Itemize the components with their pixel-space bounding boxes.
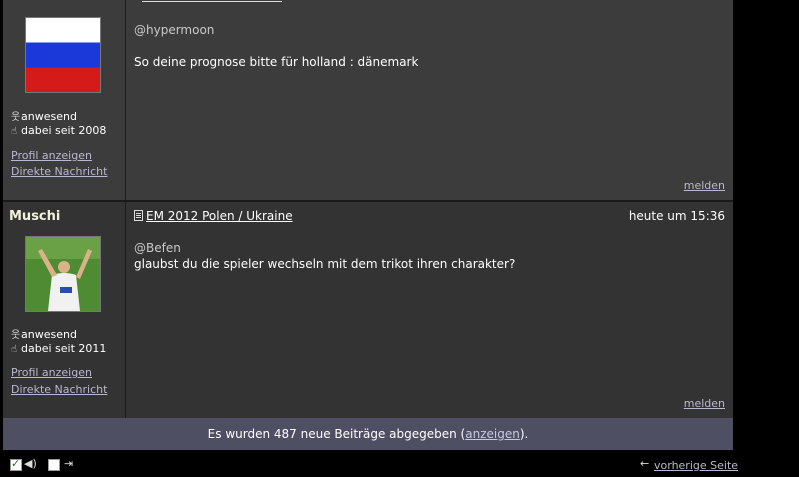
football-player-image [26,237,100,311]
avatar-russian-flag[interactable] [25,17,101,93]
member-since: ☝ dabei seit 2011 [11,342,106,355]
report-link[interactable]: melden [684,179,725,192]
hand-icon: ☝ [11,126,18,137]
post-title-underline[interactable] [142,0,282,2]
notice-suffix: ). [519,427,529,441]
member-since-label: dabei seit 2008 [21,124,107,137]
username[interactable]: Muschi [9,209,60,224]
post-list: 웃anwesend ☝ dabei seit 2008 Profil anzeig… [3,0,733,419]
enabled-checkbox[interactable] [10,457,22,471]
forum-post: 웃anwesend ☝ dabei seit 2008 Profil anzeig… [3,0,733,201]
person-icon: 웃 [11,112,21,123]
author-panel: Muschi 웃anwesend ☝ dabei seit 2011 Profil… [3,202,126,418]
new-posts-notice: Es wurden 487 neue Beiträge abgegeben (a… [3,418,733,450]
profile-link[interactable]: Profil anzeigen [11,149,92,162]
avatar-photo[interactable] [25,236,101,312]
show-new-posts-link[interactable]: anzeigen [465,427,520,441]
left-arrow-icon: ← [640,457,650,470]
person-icon: 웃 [11,330,21,341]
exit-icon[interactable]: ⇥ [64,457,73,470]
online-status: 웃anwesend [11,108,77,123]
member-since: ☝ dabei seit 2008 [11,124,106,137]
post-body: EM 2012 Polen / Ukraine heute um 15:36 @… [126,202,733,418]
author-panel: 웃anwesend ☝ dabei seit 2008 Profil anzeig… [3,0,126,200]
direct-message-link[interactable]: Direkte Nachricht [11,383,107,396]
post-title-link[interactable]: EM 2012 Polen / Ukraine [146,209,293,223]
notice-text: Es wurden 487 neue Beiträge abgegeben ( [207,427,466,441]
member-since-label: dabei seit 2011 [21,342,107,355]
post-timestamp: heute um 15:36 [628,209,725,223]
forum-post: Muschi 웃anwesend ☝ dabei seit 2011 Profil… [3,201,733,419]
direct-message-link[interactable]: Direkte Nachricht [11,165,107,178]
status-label: anwesend [21,110,77,123]
checkbox[interactable] [48,459,60,471]
status-label: anwesend [21,328,77,341]
profile-link[interactable]: Profil anzeigen [11,366,92,379]
footer-bar: ◀) ⇥ ← vorherige Seite [0,452,799,477]
speaker-icon[interactable]: ◀) [24,457,37,470]
online-status: 웃anwesend [11,326,77,341]
mention: @hypermoon [134,23,215,37]
report-link[interactable]: melden [684,397,725,410]
hand-icon: ☝ [11,344,18,355]
post-header: EM 2012 Polen / Ukraine heute um 15:36 [134,209,725,225]
post-text: glaubst du die spieler wechseln mit dem … [134,257,516,271]
previous-page-link[interactable]: vorherige Seite [654,459,738,472]
mention: @Befen [134,241,181,255]
document-icon [134,210,143,221]
post-body: @hypermoon So deine prognose bitte für h… [126,0,733,200]
post-text: So deine prognose bitte für holland : dä… [134,55,419,69]
